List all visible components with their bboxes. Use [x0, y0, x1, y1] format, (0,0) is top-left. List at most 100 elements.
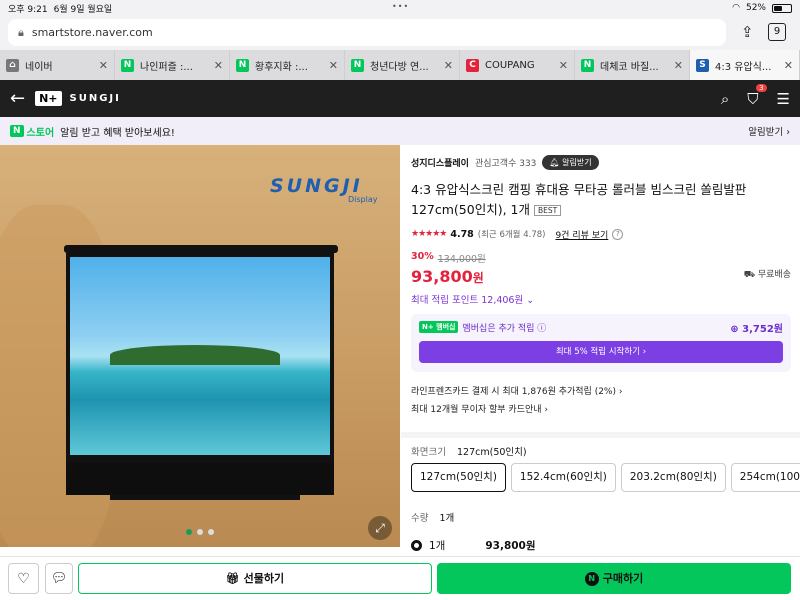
rating-score: 4.78	[450, 228, 474, 240]
gift-label: 선물하기	[243, 572, 285, 585]
product-info: 성지디스플레이 관심고객수 333 🔔︎ 알림받기 4:3 유압식스크린 캠핑 …	[411, 155, 791, 419]
size-selected-value: 127cm(50인치)	[457, 447, 527, 458]
naver-n-icon: N	[121, 58, 134, 72]
membership-start-button[interactable]: 최대 5% 적립 시작하기 ›	[419, 340, 783, 363]
store-label: 스토어	[26, 127, 55, 139]
radio-selected-icon[interactable]	[411, 540, 422, 551]
buy-label: 구매하기	[602, 572, 644, 585]
membership-text: 멤버십은 추가 적립 ⓘ	[462, 323, 547, 334]
section-divider	[401, 432, 800, 438]
screen-base	[66, 463, 334, 495]
browser-tab-label: 황후지화 :...	[255, 61, 308, 73]
search-icon[interactable]: ⌕	[721, 90, 729, 108]
store-alarm-banner[interactable]: N 스토어 알림 받고 혜택 받아보세요! 알림받기 ›	[0, 117, 800, 145]
status-date: 6월 9일 월요일	[53, 4, 113, 15]
screen-top-bar	[64, 245, 338, 253]
browser-tab-label: 나인퍼즐 :...	[140, 61, 193, 73]
seller-alarm-label: 알림받기	[562, 158, 592, 167]
final-price-value: 93,800	[411, 266, 473, 286]
final-price: 93,800원	[411, 267, 791, 286]
share-icon[interactable]: ⇪	[741, 23, 754, 41]
status-bar: 오후 9:21 6월 9일 월요일 ••• ◠ 52%	[0, 0, 800, 16]
cart-icon[interactable]: ⛉ 3	[747, 83, 767, 108]
tab-count-button[interactable]: 9	[768, 23, 786, 41]
lock-icon: 🔒︎	[18, 25, 24, 39]
browser-tab[interactable]: N 황후지화 :... ✕	[230, 50, 345, 80]
size-option-label: 화면크기 127cm(50인치)	[411, 444, 527, 458]
card-benefit-line[interactable]: 라인프렌즈카드 결제 시 최대 1,876원 추가적립 (2%) ›	[411, 383, 791, 401]
multitask-dots[interactable]: •••	[392, 2, 409, 11]
coupang-icon: C	[466, 58, 479, 72]
seller-alarm-button[interactable]: 🔔︎ 알림받기	[542, 155, 599, 170]
browser-tab-label: 네이버	[25, 61, 53, 73]
size-option-button[interactable]: 254cm(100인치)	[730, 463, 800, 492]
naver-n-icon: N	[10, 125, 24, 137]
rating-recent: (최근 6개월 4.78)	[477, 230, 546, 240]
membership-point-value: 3,752원	[742, 323, 783, 335]
gift-button[interactable]: 🎁︎ 선물하기	[78, 563, 432, 594]
expand-icon[interactable]: ⤢	[368, 516, 392, 540]
qty-choice-label: 1개	[429, 540, 446, 552]
size-key: 화면크기	[411, 447, 446, 458]
product-image[interactable]: SUNGJI Display ⤢	[0, 145, 400, 547]
status-time: 오후 9:21	[8, 4, 48, 15]
browser-tab[interactable]: S 4:3 유압식... ✕	[690, 50, 800, 80]
menu-icon[interactable]: ☰	[777, 90, 790, 108]
quantity-option[interactable]: 1개 93,800원	[411, 538, 536, 553]
membership-points: ⊕ 3,752원	[730, 323, 783, 335]
help-icon[interactable]: ?	[612, 228, 624, 240]
qty-selected-value: 1개	[439, 513, 455, 524]
best-badge: BEST	[533, 204, 562, 216]
brand-logo[interactable]: SUNGJI	[70, 93, 121, 104]
card-benefit-line[interactable]: 최대 12개월 무이자 할부 카드안내 ›	[411, 401, 791, 419]
browser-tab[interactable]: N 나인퍼즐 :... ✕	[115, 50, 230, 80]
original-price: 134,000원	[437, 253, 486, 265]
battery-icon	[772, 3, 792, 13]
size-options: 127cm(50인치) 152.4cm(60인치) 203.2cm(80인치) 254…	[411, 463, 800, 492]
naver-n-icon: N	[581, 58, 594, 72]
product-title: 4:3 유압식스크린 캠핑 휴대용 무타공 롤러블 빔스크린 쏠림발판 127c…	[411, 180, 791, 221]
size-option-button[interactable]: 127cm(50인치)	[411, 463, 506, 492]
wishlist-heart-icon[interactable]: ♡	[8, 563, 39, 594]
buy-button[interactable]: N 구매하기	[437, 563, 791, 594]
naver-pay-icon: N	[584, 572, 599, 586]
nplus-membership-badge: N+ 멤버십	[419, 321, 459, 333]
pagination-dot[interactable]	[197, 529, 203, 535]
quantity-label: 수량 1개	[411, 510, 454, 524]
seller-name[interactable]: 성지디스플레이	[411, 156, 469, 169]
final-price-unit: 원	[472, 270, 484, 285]
nplus-logo[interactable]: N+	[35, 91, 62, 106]
address-bar[interactable]: 🔒︎ smartstore.naver.com	[8, 19, 726, 46]
seller-row: 성지디스플레이 관심고객수 333 🔔︎ 알림받기	[411, 155, 791, 170]
rating-row: ★★★★★ 4.78 (최근 6개월 4.78) 9건 리뷰 보기 ?	[411, 228, 791, 241]
cart-count-badge: 3	[756, 83, 767, 92]
browser-tabs: ⌂ 네이버 ✕ N 나인퍼즐 :... ✕ N 황후지화 :... ✕ N 청년다방 연... ✕ C C…	[0, 50, 800, 80]
close-tab-icon[interactable]: ✕	[214, 59, 223, 72]
browser-tab[interactable]: N 청년다방 연... ✕	[345, 50, 460, 80]
browser-tab[interactable]: C COUPANG ✕	[460, 50, 575, 80]
size-option-button[interactable]: 152.4cm(60인치)	[510, 463, 616, 492]
size-option-button[interactable]: 203.2cm(80인치)	[620, 463, 726, 492]
close-tab-icon[interactable]: ✕	[99, 59, 108, 72]
max-points[interactable]: 최대 적립 포인트 12,406원 ⌄	[411, 292, 791, 306]
reviews-link[interactable]: 9건 리뷰 보기	[555, 228, 608, 241]
close-tab-icon[interactable]: ✕	[559, 59, 568, 72]
home-icon: ⌂	[6, 58, 19, 72]
chat-icon[interactable]: 💬︎	[45, 563, 73, 594]
alarm-subscribe-link[interactable]: 알림받기 ›	[748, 124, 790, 138]
sungji-icon: S	[696, 58, 709, 72]
pagination-dot[interactable]	[208, 529, 214, 535]
discount-rate: 30%	[411, 250, 434, 262]
pagination-dot[interactable]	[186, 529, 192, 535]
browser-tab-label: 4:3 유압식...	[715, 61, 772, 73]
browser-tab[interactable]: N 데체코 바질... ✕	[575, 50, 690, 80]
close-tab-icon[interactable]: ✕	[329, 59, 338, 72]
bottom-action-bar: ♡ 💬︎ 🎁︎ 선물하기 N 구매하기	[0, 556, 800, 600]
battery-percent: 52%	[745, 3, 766, 13]
close-tab-icon[interactable]: ✕	[444, 59, 453, 72]
naver-n-icon: N	[351, 58, 364, 72]
close-tab-icon[interactable]: ✕	[674, 59, 683, 72]
close-tab-icon[interactable]: ✕	[784, 59, 793, 72]
back-arrow-icon[interactable]: ←	[10, 88, 25, 109]
browser-tab[interactable]: ⌂ 네이버 ✕	[0, 50, 115, 80]
